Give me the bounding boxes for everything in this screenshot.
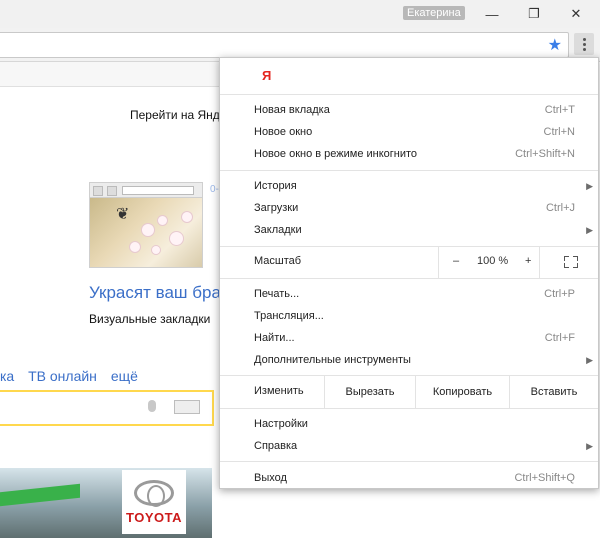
promo-subtitle: Визуальные закладки — [89, 312, 211, 326]
toyota-logo: TOYOTA — [122, 470, 186, 534]
service-links: ка ТВ онлайн ещё — [0, 368, 148, 384]
menu-divider — [220, 461, 598, 462]
service-link-more[interactable]: ещё — [111, 368, 138, 384]
advertisement-banner[interactable]: TOYOTA — [0, 468, 212, 538]
submenu-arrow-icon: ▶ — [586, 355, 593, 365]
restore-icon: ❐ — [528, 6, 540, 21]
keyboard-icon[interactable] — [174, 400, 200, 414]
menu-item-new-window[interactable]: Новое окно Ctrl+N — [220, 121, 598, 143]
service-link-tv[interactable]: ТВ онлайн — [28, 368, 97, 384]
menu-divider — [220, 94, 598, 95]
menu-item-new-tab[interactable]: Новая вкладка Ctrl+T — [220, 99, 598, 121]
menu-item-find[interactable]: Найти... Ctrl+F — [220, 327, 598, 349]
menu-item-bookmarks[interactable]: Закладки ▶ — [220, 219, 598, 241]
submenu-arrow-icon: ▶ — [586, 181, 593, 191]
menu-header: Я — [220, 58, 598, 94]
blossom-image: ❦ — [90, 198, 202, 267]
menu-item-print[interactable]: Печать... Ctrl+P — [220, 283, 598, 305]
zoom-row: Масштаб – 100 % + — [220, 247, 598, 278]
menu-divider — [220, 278, 598, 279]
bookmark-star-icon[interactable]: ★ — [548, 35, 562, 55]
menu-item-exit[interactable]: Выход Ctrl+Shift+Q — [220, 467, 598, 489]
menu-item-cast[interactable]: Трансляция... — [220, 305, 598, 327]
menu-dots-icon — [582, 37, 586, 41]
edit-row: Изменить Вырезать Копировать Вставить — [220, 376, 598, 408]
submenu-arrow-icon: ▶ — [586, 225, 593, 235]
profile-name[interactable]: Екатерина — [403, 6, 465, 20]
zoom-in-button[interactable]: + — [525, 255, 531, 267]
address-bar[interactable]: ★ — [0, 32, 569, 58]
menu-button[interactable] — [574, 33, 594, 55]
menu-item-settings[interactable]: Настройки — [220, 413, 598, 435]
title-bar: Екатерина — ❐ ✕ — [0, 0, 600, 28]
browser-main-menu: Я Новая вкладка Ctrl+T Новое окно Ctrl+N Н… — [219, 57, 599, 489]
service-link[interactable]: ка — [0, 368, 14, 384]
ad-brand-text: TOYOTA — [126, 509, 182, 525]
search-input[interactable] — [0, 390, 214, 426]
minimize-icon: — — [485, 6, 499, 22]
menu-divider — [220, 408, 598, 409]
menu-divider — [220, 170, 598, 171]
minimize-button[interactable]: — — [472, 0, 512, 28]
copy-button[interactable]: Копировать — [415, 376, 509, 408]
fullscreen-icon[interactable] — [564, 256, 578, 268]
menu-item-incognito-window[interactable]: Новое окно в режиме инкогнито Ctrl+Shift+… — [220, 143, 598, 165]
faint-number: 0- — [210, 184, 219, 195]
cut-button[interactable]: Вырезать — [324, 376, 415, 408]
menu-item-downloads[interactable]: Загрузки Ctrl+J — [220, 197, 598, 219]
paste-button[interactable]: Вставить — [509, 376, 598, 408]
visual-bookmarks-thumbnail[interactable]: ❦ — [89, 182, 203, 268]
close-window-button[interactable]: ✕ — [556, 0, 596, 28]
submenu-arrow-icon: ▶ — [586, 441, 593, 451]
restore-button[interactable]: ❐ — [514, 0, 554, 28]
menu-item-more-tools[interactable]: Дополнительные инструменты ▶ — [220, 349, 598, 371]
promo-title-link[interactable]: Украсят ваш бра — [89, 283, 221, 303]
yandex-logo[interactable]: Я — [262, 68, 271, 83]
zoom-level: 100 % — [477, 255, 509, 267]
goto-yandex-link[interactable]: Перейти на Янд — [130, 108, 220, 122]
zoom-controls: – 100 % + — [438, 247, 540, 278]
menu-item-help[interactable]: Справка ▶ — [220, 435, 598, 457]
zoom-label: Масштаб — [254, 255, 302, 267]
microphone-icon[interactable] — [148, 400, 156, 412]
edit-label: Изменить — [254, 385, 304, 397]
close-icon: ✕ — [570, 6, 582, 21]
page-tabstrip — [0, 62, 220, 87]
menu-item-history[interactable]: История ▶ — [220, 175, 598, 197]
butterfly-icon: ❦ — [116, 206, 130, 223]
toyota-emblem-icon — [134, 479, 174, 507]
zoom-out-button[interactable]: – — [453, 255, 459, 267]
